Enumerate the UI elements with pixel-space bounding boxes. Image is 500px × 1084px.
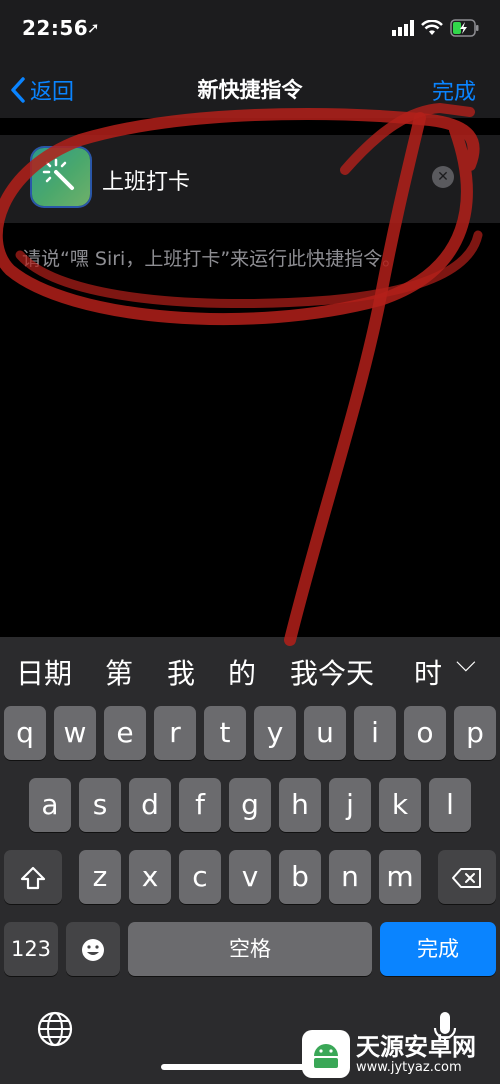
key-i[interactable]: i xyxy=(354,706,396,760)
suggestion-item[interactable]: 我今天 xyxy=(290,652,374,692)
delete-key[interactable] xyxy=(438,850,496,904)
emoji-icon xyxy=(82,939,104,961)
key-c[interactable]: c xyxy=(179,850,221,904)
globe-icon[interactable] xyxy=(36,1010,74,1048)
key-r[interactable]: r xyxy=(154,706,196,760)
key-z[interactable]: z xyxy=(79,850,121,904)
key-b[interactable]: b xyxy=(279,850,321,904)
backspace-icon xyxy=(452,868,481,888)
page-title: 新快捷指令 xyxy=(197,78,303,102)
siri-hint-text: 请说“嘿 Siri，上班打卡”来运行此快捷指令。 xyxy=(22,248,402,270)
key-u[interactable]: u xyxy=(304,706,346,760)
battery-charging-icon xyxy=(450,19,479,37)
magic-wand-icon xyxy=(42,158,74,190)
shift-key[interactable] xyxy=(4,850,62,904)
return-done-key[interactable]: 完成 xyxy=(380,922,496,976)
key-d[interactable]: d xyxy=(129,778,171,832)
key-o[interactable]: o xyxy=(404,706,446,760)
key-l[interactable]: l xyxy=(429,778,471,832)
cellular-signal-icon xyxy=(392,20,414,36)
suggestion-item[interactable]: 我 xyxy=(167,652,195,692)
shortcut-icon[interactable] xyxy=(32,148,90,206)
key-s[interactable]: s xyxy=(79,778,121,832)
key-k[interactable]: k xyxy=(379,778,421,832)
emoji-key[interactable] xyxy=(66,922,120,976)
key-g[interactable]: g xyxy=(229,778,271,832)
clear-text-icon[interactable]: ✕ xyxy=(432,166,454,188)
key-j[interactable]: j xyxy=(329,778,371,832)
done-button[interactable]: 完成 xyxy=(432,74,476,106)
key-h[interactable]: h xyxy=(279,778,321,832)
shortcut-name-field[interactable]: 上班打卡 xyxy=(102,164,190,196)
key-p[interactable]: p xyxy=(454,706,496,760)
chevron-down-icon[interactable]: ⌵ xyxy=(456,648,476,679)
key-t[interactable]: t xyxy=(204,706,246,760)
numbers-key[interactable]: 123 xyxy=(4,922,58,976)
suggestion-item[interactable]: 第 xyxy=(105,652,133,692)
key-y[interactable]: y xyxy=(254,706,296,760)
watermark: 天源安卓网 www.jytyaz.com xyxy=(302,1028,498,1080)
section-gap xyxy=(0,118,500,135)
suggestion-item[interactable]: 时 xyxy=(414,652,442,692)
watermark-title: 天源安卓网 xyxy=(356,1032,476,1061)
space-key[interactable]: 空格 xyxy=(128,922,372,976)
key-q[interactable]: q xyxy=(4,706,46,760)
android-logo-icon xyxy=(302,1030,350,1078)
status-time: 22:56 xyxy=(22,16,89,40)
suggestion-item[interactable]: 的 xyxy=(228,652,256,692)
key-m[interactable]: m xyxy=(379,850,421,904)
key-e[interactable]: e xyxy=(104,706,146,760)
shift-icon xyxy=(20,866,46,890)
suggestion-item[interactable]: 日期 xyxy=(16,652,72,692)
key-v[interactable]: v xyxy=(229,850,271,904)
location-icon: ➚ xyxy=(87,19,100,37)
key-f[interactable]: f xyxy=(179,778,221,832)
wifi-icon xyxy=(421,20,443,35)
key-n[interactable]: n xyxy=(329,850,371,904)
key-x[interactable]: x xyxy=(129,850,171,904)
watermark-url: www.jytyaz.com xyxy=(356,1059,462,1075)
key-a[interactable]: a xyxy=(29,778,71,832)
key-w[interactable]: w xyxy=(54,706,96,760)
